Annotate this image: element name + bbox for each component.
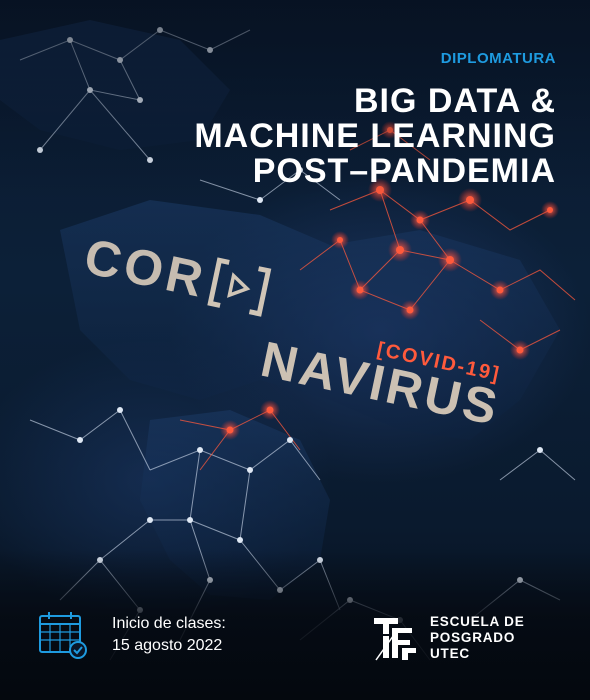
program-type: DIPLOMATURA [440,50,556,67]
school-line-2: POSGRADO [430,630,516,645]
utec-logo [374,618,416,661]
school-block: ESCUELA DE POSGRADO UTEC [372,614,525,662]
school-name: ESCUELA DE POSGRADO UTEC [430,614,525,662]
school-line-3: UTEC [430,646,470,661]
start-date-label: Inicio de clases: [112,615,226,632]
school-line-1: ESCUELA DE [430,614,525,629]
start-date-block: Inicio de clases: 15 agosto 2022 [38,610,226,660]
calendar-icon [39,612,87,659]
poster: COR NAVIRUS [COVID-19] DIPLOMATURA BIG D… [0,0,590,700]
start-date-text: Inicio de clases: 15 agosto 2022 [112,613,226,657]
program-title: BIG DATA & MACHINE LEARNING POST–PANDEMI… [194,84,556,189]
title-line-3: POST–PANDEMIA [252,152,556,190]
start-date-value: 15 agosto 2022 [112,637,223,654]
title-line-2: MACHINE LEARNING [194,117,556,155]
title-line-1: BIG DATA & [353,82,556,120]
